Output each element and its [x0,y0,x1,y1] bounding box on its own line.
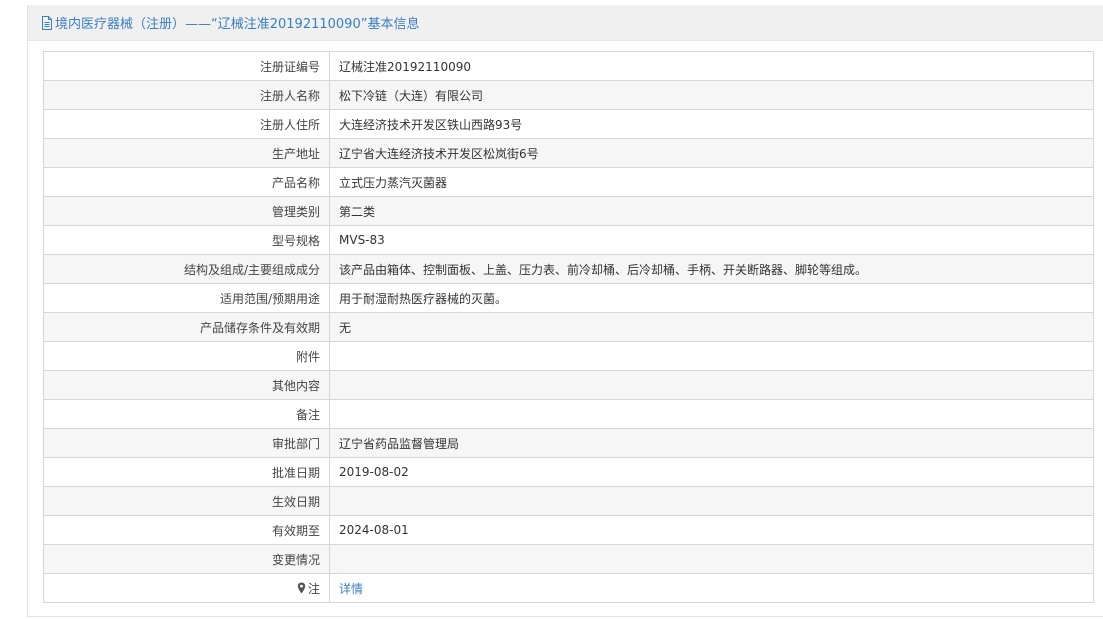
note-label-cell: 注 [43,573,330,603]
table-row: 变更情况 [43,544,1094,574]
row-label: 注册人住所 [43,109,330,139]
details-link[interactable]: 详情 [339,582,363,596]
table-row: 有效期至 2024-08-01 [43,515,1094,545]
row-label: 生效日期 [43,486,330,516]
row-value [329,370,1094,400]
row-value [329,486,1094,516]
row-value: 2024-08-01 [329,515,1094,545]
info-table: 注册证编号 辽械注准20192110090 注册人名称 松下冷链（大连）有限公司… [43,51,1094,603]
note-label: 注 [307,581,320,596]
row-label: 附件 [43,341,330,371]
row-label: 型号规格 [43,225,330,255]
info-panel: 境内医疗器械（注册）——“辽械注准20192110090”基本信息 注册证编号 … [27,5,1103,617]
row-value: 辽宁省大连经济技术开发区松岚街6号 [329,138,1094,168]
table-row: 附件 [43,341,1094,371]
row-value: 无 [329,312,1094,342]
pin-icon [297,582,306,594]
row-label: 产品储存条件及有效期 [43,312,330,342]
table-row: 注册证编号 辽械注准20192110090 [43,51,1094,81]
row-value [329,544,1094,574]
note-value-cell: 详情 [329,573,1094,603]
document-icon [41,15,53,30]
panel-title-text: 境内医疗器械（注册）——“辽械注准20192110090”基本信息 [55,17,420,32]
row-label: 产品名称 [43,167,330,197]
table-row: 审批部门 辽宁省药品监督管理局 [43,428,1094,458]
row-label: 有效期至 [43,515,330,545]
table-row: 注册人住所 大连经济技术开发区铁山西路93号 [43,109,1094,139]
table-row: 生效日期 [43,486,1094,516]
row-value [329,341,1094,371]
table-row: 批准日期 2019-08-02 [43,457,1094,487]
row-value: 用于耐湿耐热医疗器械的灭菌。 [329,283,1094,313]
row-label: 审批部门 [43,428,330,458]
row-label: 管理类别 [43,196,330,226]
table-row: 管理类别 第二类 [43,196,1094,226]
info-table-body: 注册证编号 辽械注准20192110090 注册人名称 松下冷链（大连）有限公司… [43,51,1094,603]
table-row: 注册人名称 松下冷链（大连）有限公司 [43,80,1094,110]
row-label: 变更情况 [43,544,330,574]
table-row: 结构及组成/主要组成成分 该产品由箱体、控制面板、上盖、压力表、前冷却桶、后冷却… [43,254,1094,284]
row-value: 大连经济技术开发区铁山西路93号 [329,109,1094,139]
row-label: 批准日期 [43,457,330,487]
row-value: 第二类 [329,196,1094,226]
table-row: 生产地址 辽宁省大连经济技术开发区松岚街6号 [43,138,1094,168]
row-value: 立式压力蒸汽灭菌器 [329,167,1094,197]
row-value: 松下冷链（大连）有限公司 [329,80,1094,110]
panel-title: 境内医疗器械（注册）——“辽械注准20192110090”基本信息 [41,13,419,32]
row-value: 辽宁省药品监督管理局 [329,428,1094,458]
row-label: 适用范围/预期用途 [43,283,330,313]
table-row: 备注 [43,399,1094,429]
table-row: 型号规格 MVS-83 [43,225,1094,255]
row-value: 该产品由箱体、控制面板、上盖、压力表、前冷却桶、后冷却桶、手柄、开关断路器、脚轮… [329,254,1094,284]
panel-header: 境内医疗器械（注册）——“辽械注准20192110090”基本信息 [28,5,1103,41]
table-row: 其他内容 [43,370,1094,400]
row-value: MVS-83 [329,225,1094,255]
table-row: 适用范围/预期用途 用于耐湿耐热医疗器械的灭菌。 [43,283,1094,313]
row-label: 注册人名称 [43,80,330,110]
row-label: 备注 [43,399,330,429]
row-value [329,399,1094,429]
row-value: 辽械注准20192110090 [329,51,1094,81]
row-label: 其他内容 [43,370,330,400]
table-row-note: 注 详情 [43,573,1094,603]
row-label: 结构及组成/主要组成成分 [43,254,330,284]
info-table-wrapper: 注册证编号 辽械注准20192110090 注册人名称 松下冷链（大连）有限公司… [43,51,1094,603]
table-row: 产品储存条件及有效期 无 [43,312,1094,342]
row-value: 2019-08-02 [329,457,1094,487]
table-row: 产品名称 立式压力蒸汽灭菌器 [43,167,1094,197]
row-label: 注册证编号 [43,51,330,81]
row-label: 生产地址 [43,138,330,168]
